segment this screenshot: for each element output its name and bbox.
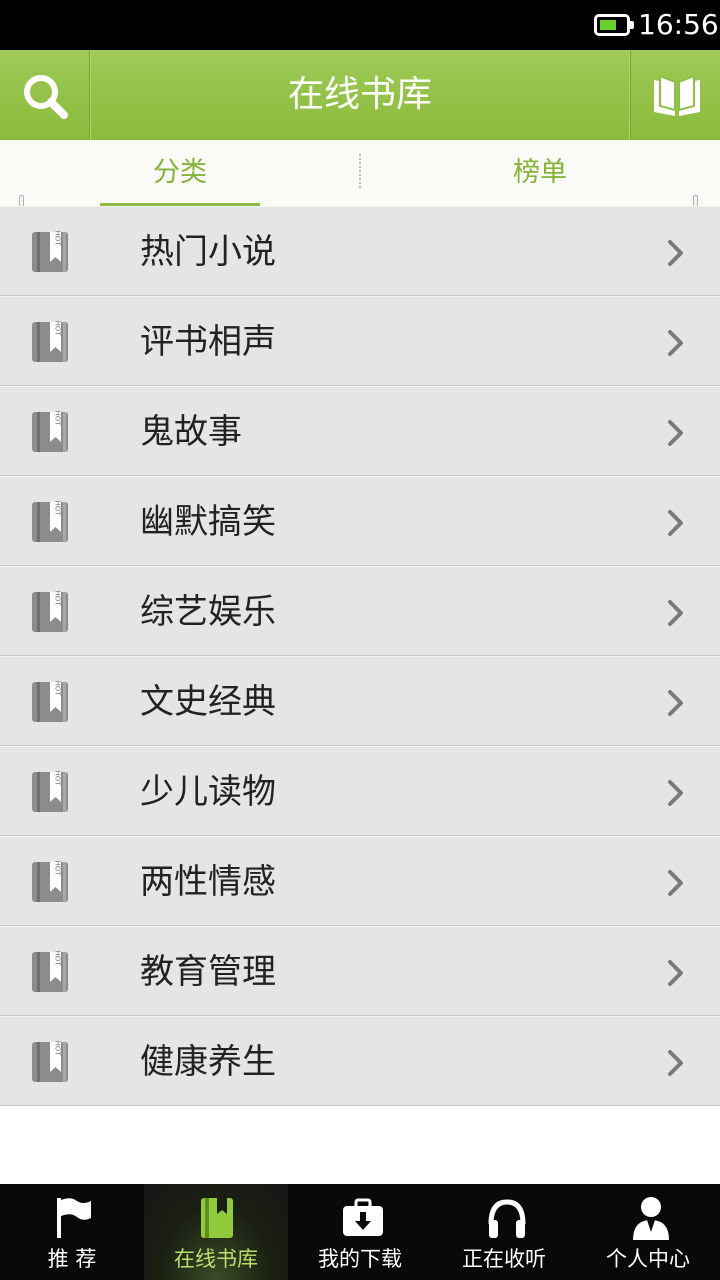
flag-icon (57, 1198, 91, 1238)
category-list-item[interactable]: HOT 健康养生 (0, 1016, 720, 1106)
open-book-icon (654, 74, 700, 116)
nav-item-downloads[interactable]: 我的下载 (288, 1184, 432, 1280)
chevron-right-icon (668, 1050, 683, 1076)
svg-text:HOT: HOT (54, 950, 62, 966)
svg-text:HOT: HOT (54, 680, 62, 696)
nav-label: 在线书库 (174, 1247, 258, 1271)
nav-item-recommend[interactable]: 推 荐 (0, 1184, 144, 1280)
chevron-right-icon (668, 240, 683, 266)
nav-label: 我的下载 (318, 1247, 402, 1271)
svg-text:HOT: HOT (54, 410, 62, 426)
svg-text:HOT: HOT (54, 860, 62, 876)
category-tabs: 分类 榜单 (0, 140, 720, 208)
nav-label: 推 荐 (47, 1247, 97, 1271)
nav-label: 正在收听 (462, 1247, 546, 1271)
chevron-right-icon (668, 420, 683, 446)
tab-categories[interactable]: 分类 (0, 140, 360, 206)
nav-item-now-playing[interactable]: 正在收听 (432, 1184, 576, 1280)
category-label: 两性情感 (140, 862, 276, 902)
svg-text:HOT: HOT (54, 1040, 62, 1056)
category-list: HOT 热门小说 HOT 评书相声 HOT 鬼故事 HOT 幽默搞笑 HOT 综艺娱乐 HOT 文史经… (0, 206, 720, 1106)
svg-text:HOT: HOT (54, 320, 62, 336)
chevron-right-icon (668, 690, 683, 716)
hot-book-icon: HOT (32, 590, 68, 632)
hot-book-icon: HOT (32, 500, 68, 542)
nav-label: 个人中心 (606, 1247, 690, 1271)
svg-text:HOT: HOT (54, 500, 62, 516)
bookshelf-button[interactable] (630, 50, 720, 140)
app-screen: 16:56 在线书库 分类 榜单 HOT 热门小说 HOT 评书相声 HOT 鬼故事 HOT… (0, 0, 720, 1280)
category-list-item[interactable]: HOT 文史经典 (0, 656, 720, 746)
category-list-item[interactable]: HOT 教育管理 (0, 926, 720, 1016)
nav-item-profile[interactable]: 个人中心 (576, 1184, 720, 1280)
category-list-item[interactable]: HOT 两性情感 (0, 836, 720, 926)
hot-book-icon: HOT (32, 320, 68, 362)
hot-book-icon: HOT (32, 410, 68, 452)
app-header: 在线书库 (0, 50, 720, 140)
svg-text:HOT: HOT (54, 230, 62, 246)
svg-text:HOT: HOT (54, 590, 62, 606)
search-icon (24, 75, 68, 119)
book-icon (201, 1198, 233, 1238)
chevron-right-icon (668, 330, 683, 356)
category-list-item[interactable]: HOT 幽默搞笑 (0, 476, 720, 566)
chevron-right-icon (668, 870, 683, 896)
category-label: 鬼故事 (140, 412, 242, 452)
download-box-icon (343, 1198, 383, 1236)
category-list-item[interactable]: HOT 热门小说 (0, 206, 720, 296)
hot-book-icon: HOT (32, 770, 68, 812)
hot-book-icon: HOT (32, 950, 68, 992)
category-list-item[interactable]: HOT 综艺娱乐 (0, 566, 720, 656)
chevron-right-icon (668, 600, 683, 626)
category-list-item[interactable]: HOT 评书相声 (0, 296, 720, 386)
category-label: 综艺娱乐 (140, 592, 276, 632)
category-label: 评书相声 (140, 322, 276, 362)
hot-book-icon: HOT (32, 860, 68, 902)
category-list-item[interactable]: HOT 少儿读物 (0, 746, 720, 836)
category-label: 教育管理 (140, 952, 276, 992)
chevron-right-icon (668, 960, 683, 986)
category-list-item[interactable]: HOT 鬼故事 (0, 386, 720, 476)
chevron-right-icon (668, 510, 683, 536)
hot-book-icon: HOT (32, 680, 68, 722)
category-label: 幽默搞笑 (140, 502, 276, 542)
hot-book-icon: HOT (32, 1040, 68, 1082)
person-icon (633, 1197, 669, 1240)
status-bar: 16:56 (0, 0, 720, 50)
search-button[interactable] (0, 50, 90, 140)
category-label: 文史经典 (140, 682, 276, 722)
hot-book-icon: HOT (32, 230, 68, 272)
category-label: 热门小说 (140, 232, 276, 272)
status-time: 16:56 (638, 8, 719, 41)
tab-rankings[interactable]: 榜单 (360, 140, 720, 206)
chevron-right-icon (668, 780, 683, 806)
nav-item-online-library[interactable]: 在线书库 (144, 1184, 288, 1280)
bottom-nav: 推 荐 在线书库 我的下载 正在收听 个人中心 (0, 1184, 720, 1280)
battery-icon (594, 14, 634, 36)
category-label: 健康养生 (140, 1042, 276, 1082)
headphones-icon (488, 1199, 526, 1238)
category-label: 少儿读物 (140, 772, 276, 812)
svg-text:HOT: HOT (54, 770, 62, 786)
page-title: 在线书库 (287, 74, 432, 115)
